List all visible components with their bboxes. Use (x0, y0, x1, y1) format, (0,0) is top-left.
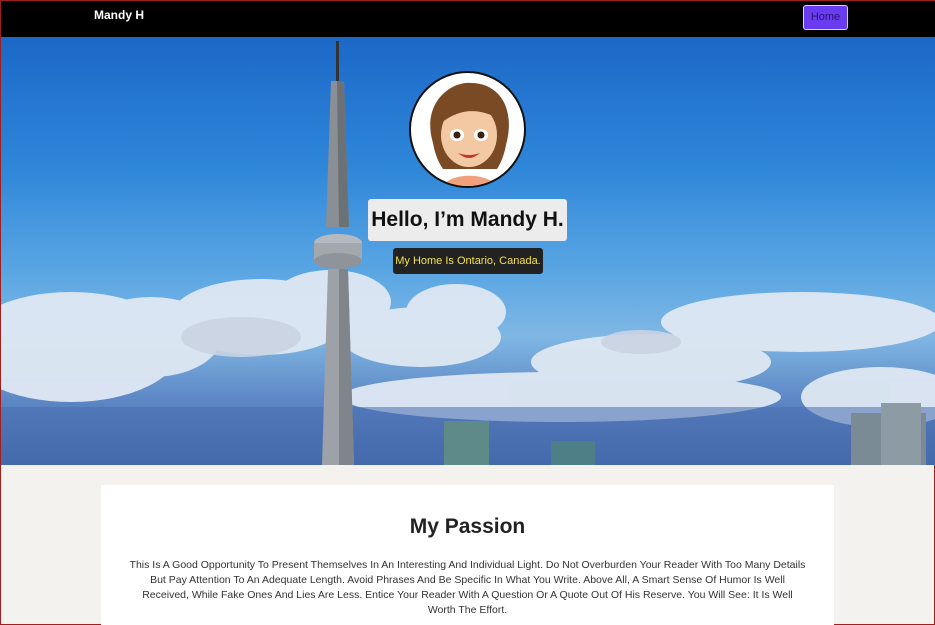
section-title: My Passion (409, 515, 526, 538)
hero-title: Hello, I’m Mandy H. (368, 199, 567, 241)
passion-section: My Passion This Is A Good Opportunity To… (101, 485, 834, 625)
section-body-text: This Is A Good Opportunity To Present Th… (129, 559, 806, 616)
hero-subtitle: My Home Is Ontario, Canada. (393, 248, 543, 274)
home-button[interactable]: Home (803, 5, 848, 30)
woman-avatar-icon (430, 82, 509, 186)
avatar (409, 71, 526, 188)
brand-link[interactable]: Mandy H (94, 8, 144, 22)
hero-banner: Hello, I’m Mandy H. My Home Is Ontario, … (1, 37, 935, 465)
navbar: Mandy H Home (1, 1, 935, 37)
